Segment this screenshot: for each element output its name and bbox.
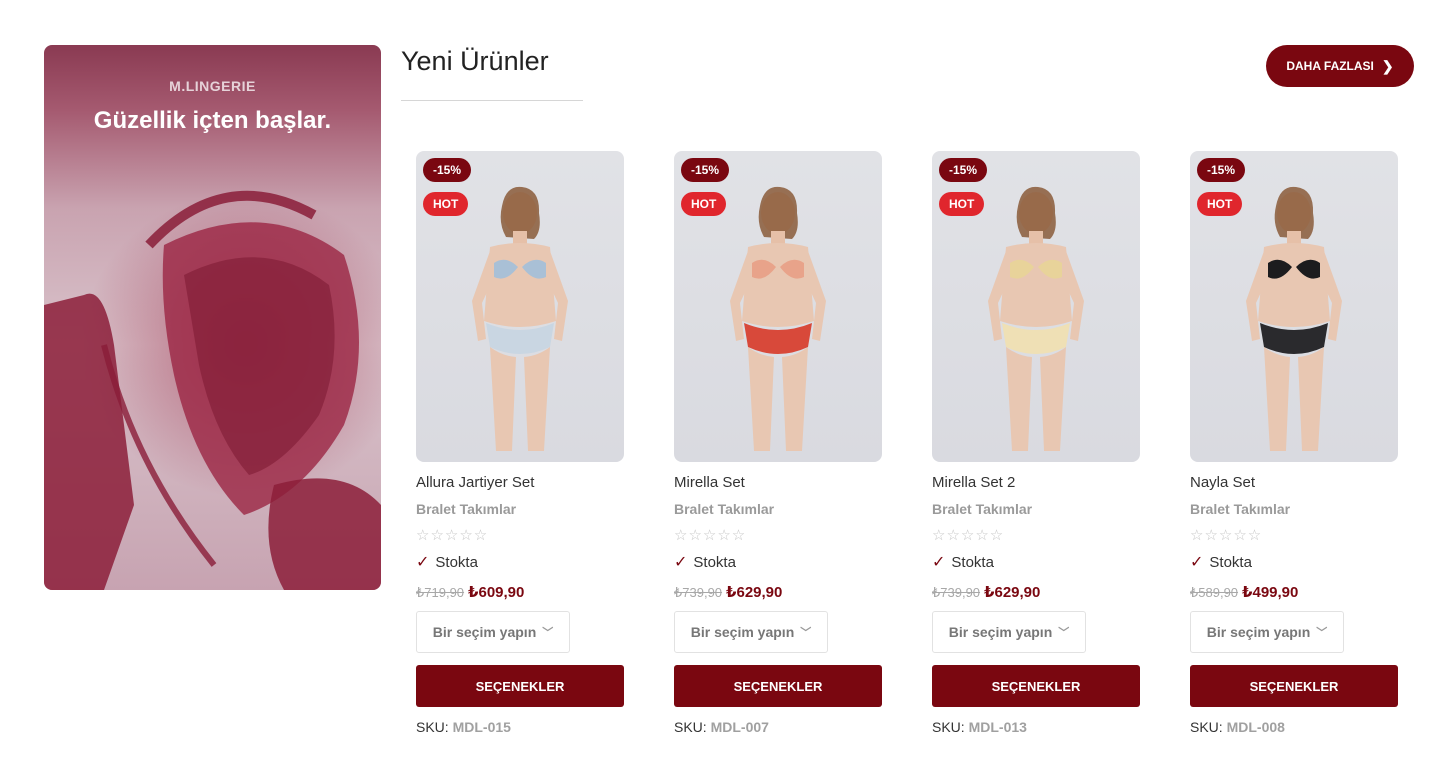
old-price: ₺719,90 <box>416 585 465 600</box>
chevron-down-icon: ﹀ <box>1316 627 1328 639</box>
product-card[interactable]: -15% HOT Allura Jartiyer Set Bralet Takı… <box>416 151 624 735</box>
checkmark-icon: ✓ <box>1190 554 1204 571</box>
product-image[interactable]: -15% HOT <box>1190 151 1398 462</box>
product-card[interactable]: -15% HOT Mirella Set 2 Bralet Takımlar ☆… <box>932 151 1140 735</box>
stock-label: Stokta <box>693 553 736 571</box>
checkmark-icon: ✓ <box>932 554 946 571</box>
product-category[interactable]: Bralet Takımlar <box>416 501 624 517</box>
old-price: ₺739,90 <box>932 585 981 600</box>
chevron-down-icon: ﹀ <box>1058 627 1070 639</box>
hot-badge: HOT <box>681 192 727 216</box>
product-name[interactable]: Allura Jartiyer Set <box>416 474 624 492</box>
promo-banner[interactable]: M.LINGERIE Güzellik içten başlar. <box>44 45 381 590</box>
chevron-down-icon: ﹀ <box>542 627 554 639</box>
product-image[interactable]: -15% HOT <box>674 151 882 462</box>
stock-label: Stokta <box>1209 553 1252 571</box>
product-card[interactable]: -15% HOT Mirella Set Bralet Takımlar ☆☆☆… <box>674 151 882 735</box>
price: ₺589,90 ₺499,90 <box>1190 583 1398 601</box>
variant-select-label: Bir seçim yapın <box>948 624 1053 640</box>
stock-status: ✓ Stokta <box>416 552 624 572</box>
price: ₺739,90 ₺629,90 <box>674 583 882 601</box>
sku: SKU: MDL-007 <box>674 719 882 735</box>
product-category[interactable]: Bralet Takımlar <box>674 501 882 517</box>
sku-value: MDL-008 <box>1226 719 1285 735</box>
chevron-down-icon: ﹀ <box>800 627 812 639</box>
chevron-right-icon: ❯ <box>1381 57 1394 74</box>
variant-select-label: Bir seçim yapın <box>1206 624 1311 640</box>
discount-badge: -15% <box>681 158 730 182</box>
promo-brand: M.LINGERIE <box>169 78 256 94</box>
options-button[interactable]: SEÇENEKLER <box>674 665 882 707</box>
old-price: ₺589,90 <box>1190 585 1239 600</box>
stock-status: ✓ Stokta <box>932 552 1140 572</box>
variant-select-label: Bir seçim yapın <box>432 624 537 640</box>
star-rating: ☆☆☆☆☆ <box>932 527 1005 544</box>
variant-select[interactable]: Bir seçim yapın ﹀ <box>932 611 1086 653</box>
section-title: Yeni Ürünler <box>401 46 549 76</box>
sku-label: SKU: <box>674 719 707 735</box>
sku-value: MDL-013 <box>968 719 1027 735</box>
options-button[interactable]: SEÇENEKLER <box>932 665 1140 707</box>
stock-status: ✓ Stokta <box>674 552 882 572</box>
sku: SKU: MDL-015 <box>416 719 624 735</box>
stock-label: Stokta <box>435 553 478 571</box>
promo-tagline: Güzellik içten başlar. <box>93 107 332 134</box>
product-category[interactable]: Bralet Takımlar <box>932 501 1140 517</box>
variant-select[interactable]: Bir seçim yapın ﹀ <box>416 611 570 653</box>
star-rating: ☆☆☆☆☆ <box>416 527 489 544</box>
sku-value: MDL-015 <box>452 719 511 735</box>
sale-price: ₺499,90 <box>1242 584 1299 601</box>
sale-price: ₺629,90 <box>984 584 1041 601</box>
discount-badge: -15% <box>1197 158 1246 182</box>
stock-status: ✓ Stokta <box>1190 552 1398 572</box>
checkmark-icon: ✓ <box>674 554 688 571</box>
sale-price: ₺629,90 <box>726 584 783 601</box>
discount-badge: -15% <box>939 158 988 182</box>
price: ₺719,90 ₺609,90 <box>416 583 624 601</box>
variant-select[interactable]: Bir seçim yapın ﹀ <box>674 611 828 653</box>
sku-label: SKU: <box>932 719 965 735</box>
variant-select[interactable]: Bir seçim yapın ﹀ <box>1190 611 1344 653</box>
sku: SKU: MDL-013 <box>932 719 1140 735</box>
options-button[interactable]: SEÇENEKLER <box>1190 665 1398 707</box>
product-image[interactable]: -15% HOT <box>932 151 1140 462</box>
sku-label: SKU: <box>416 719 449 735</box>
options-button[interactable]: SEÇENEKLER <box>416 665 624 707</box>
product-category[interactable]: Bralet Takımlar <box>1190 501 1398 517</box>
hot-badge: HOT <box>1197 192 1243 216</box>
star-rating: ☆☆☆☆☆ <box>1190 527 1263 544</box>
title-divider <box>401 100 583 101</box>
product-name[interactable]: Mirella Set 2 <box>932 474 1140 492</box>
sku-label: SKU: <box>1190 719 1223 735</box>
hot-badge: HOT <box>939 192 985 216</box>
old-price: ₺739,90 <box>674 585 723 600</box>
product-card[interactable]: -15% HOT Nayla Set Bralet Takımlar ☆☆☆☆☆… <box>1190 151 1398 735</box>
product-image[interactable]: -15% HOT <box>416 151 624 462</box>
price: ₺739,90 ₺629,90 <box>932 583 1140 601</box>
stock-label: Stokta <box>951 553 994 571</box>
sku: SKU: MDL-008 <box>1190 719 1398 735</box>
variant-select-label: Bir seçim yapın <box>690 624 795 640</box>
more-button[interactable]: DAHA FAZLASI ❯ <box>1266 45 1414 87</box>
sku-value: MDL-007 <box>710 719 769 735</box>
sale-price: ₺609,90 <box>468 584 525 601</box>
hot-badge: HOT <box>423 192 469 216</box>
discount-badge: -15% <box>423 158 472 182</box>
product-name[interactable]: Mirella Set <box>674 474 882 492</box>
more-button-label: DAHA FAZLASI <box>1286 59 1374 73</box>
star-rating: ☆☆☆☆☆ <box>674 527 747 544</box>
checkmark-icon: ✓ <box>416 554 430 571</box>
product-name[interactable]: Nayla Set <box>1190 474 1398 492</box>
